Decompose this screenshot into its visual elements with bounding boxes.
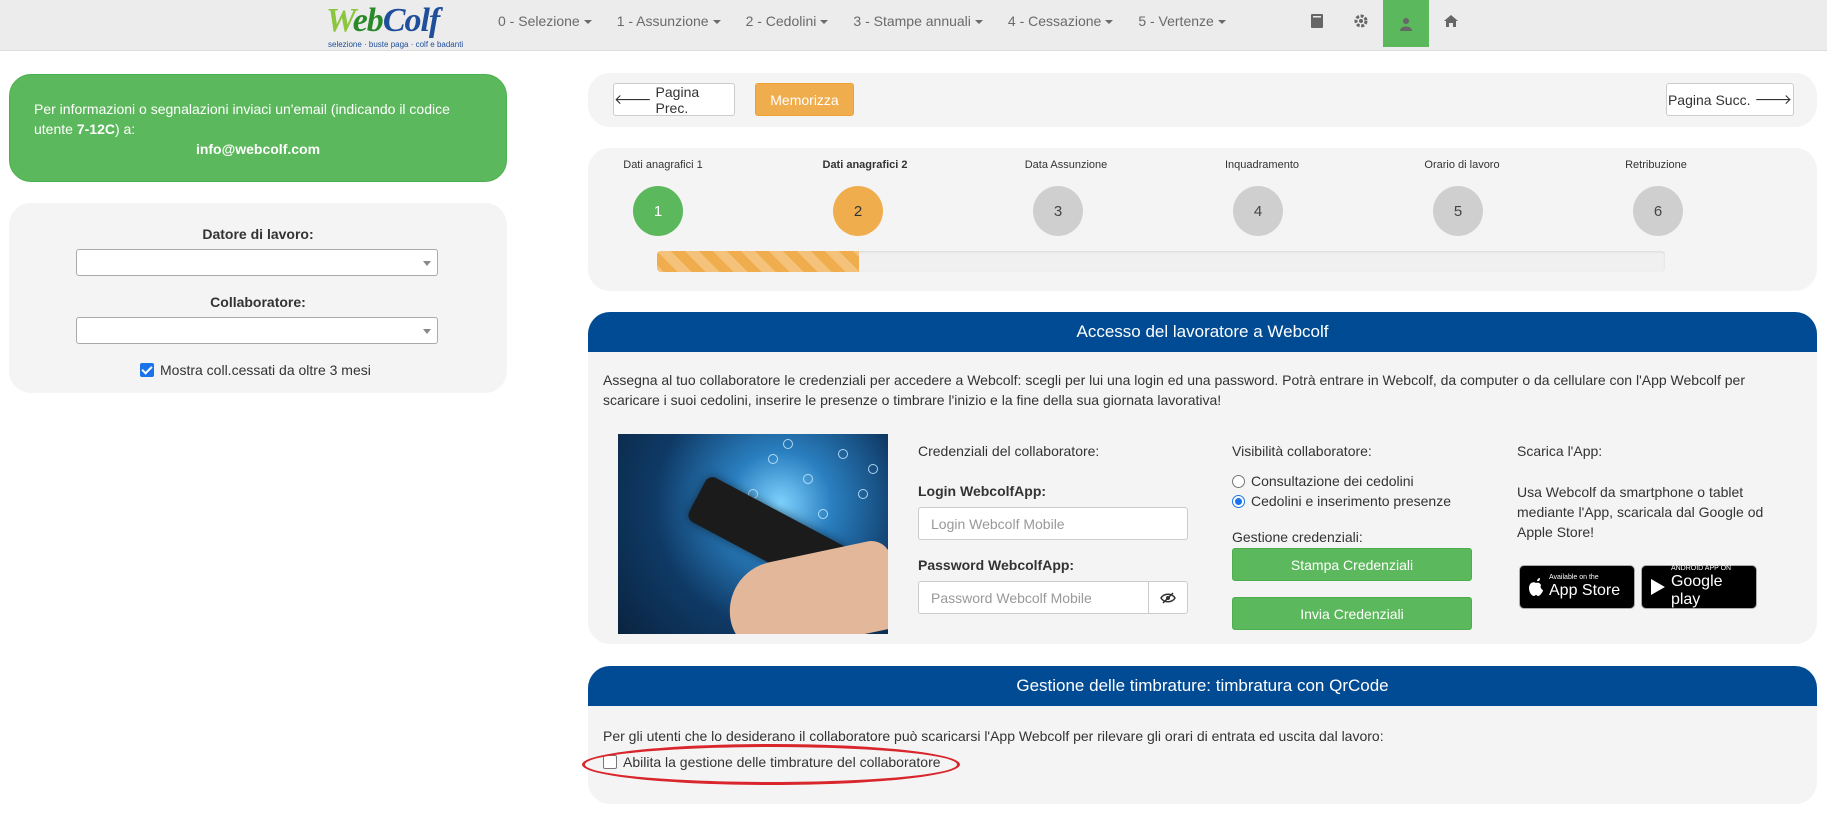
login-label: Login WebcolfApp: bbox=[918, 483, 1047, 499]
step-label-2: Dati anagrafici 2 bbox=[822, 159, 908, 171]
toggle-password-visibility-button[interactable] bbox=[1148, 581, 1188, 614]
download-app-text: Usa Webcolf da smartphone o tablet media… bbox=[1517, 484, 1764, 540]
step-label-6: Retribuzione bbox=[1625, 159, 1687, 171]
radio-payslips-attendance[interactable] bbox=[1232, 494, 1245, 508]
info-email[interactable]: info@webcolf.com bbox=[34, 141, 482, 157]
user-icon[interactable] bbox=[1383, 0, 1429, 47]
google-play-badge[interactable]: ANDROID APP ON Google play bbox=[1641, 565, 1757, 609]
arrow-right-icon: 🡒 bbox=[1754, 91, 1793, 107]
send-credentials-button[interactable]: Invia Credenziali bbox=[1232, 597, 1472, 630]
apple-icon bbox=[1529, 578, 1543, 596]
caret-down-icon bbox=[1217, 20, 1226, 25]
toolbar-panel: 🡐 Pagina Prec. Memorizza Pagina Succ. 🡒 bbox=[588, 73, 1817, 127]
caret-down-icon bbox=[583, 20, 592, 25]
show-ceased-row[interactable]: Mostra coll.cessati da oltre 3 mesi bbox=[140, 362, 371, 378]
menu-cedolini[interactable]: 2 - Cedolini bbox=[746, 0, 829, 42]
menu-stampe-annuali[interactable]: 3 - Stampe annuali bbox=[853, 0, 983, 42]
print-credentials-button[interactable]: Stampa Credenziali bbox=[1232, 548, 1472, 581]
menu-selezione[interactable]: 0 - Selezione bbox=[498, 0, 592, 42]
webcolf-logo[interactable]: WebColf selezione · buste paga · colf e … bbox=[326, 2, 466, 50]
logo-tagline: selezione · buste paga · colf e badanti bbox=[328, 40, 464, 49]
visibility-option-payslips-attendance[interactable]: Cedolini e inserimento presenze bbox=[1232, 493, 1451, 509]
step-circle-3[interactable]: 3 bbox=[1033, 186, 1083, 236]
app-store-badge[interactable]: Available on the App Store bbox=[1519, 565, 1635, 609]
collaborator-select[interactable] bbox=[76, 317, 438, 344]
caret-down-icon bbox=[974, 20, 983, 25]
arrow-left-icon: 🡐 bbox=[614, 91, 652, 107]
step-label-4: Inquadramento bbox=[1225, 159, 1299, 171]
gear-icon[interactable] bbox=[1338, 0, 1384, 42]
step-circle-1[interactable]: 1 bbox=[633, 186, 683, 236]
collaborator-label: Collaboratore: bbox=[210, 294, 306, 310]
show-ceased-checkbox[interactable] bbox=[140, 363, 154, 377]
visibility-option-payslips[interactable]: Consultazione dei cedolini bbox=[1232, 473, 1414, 489]
chevron-down-icon bbox=[423, 261, 431, 266]
logo-wordmark: WebColf bbox=[326, 2, 440, 39]
top-navbar: WebColf selezione · buste paga · colf e … bbox=[0, 0, 1827, 51]
next-page-button[interactable]: Pagina Succ. 🡒 bbox=[1666, 83, 1794, 116]
google-play-small-text: ANDROID APP ON bbox=[1670, 565, 1732, 572]
google-play-big-text: Google play bbox=[1670, 573, 1723, 608]
caret-down-icon bbox=[712, 20, 721, 25]
step-circle-4[interactable]: 4 bbox=[1233, 186, 1283, 236]
qrcode-description: Per gli utenti che lo desiderano il coll… bbox=[603, 728, 1384, 744]
main-menu: 0 - Selezione 1 - Assunzione 2 - Cedolin… bbox=[498, 0, 1251, 42]
employer-label: Datore di lavoro: bbox=[202, 226, 314, 242]
smartphone-image bbox=[618, 434, 888, 634]
access-section-body: Assegna al tuo collaboratore le credenzi… bbox=[588, 352, 1817, 644]
progress-fill bbox=[657, 251, 859, 272]
caret-down-icon bbox=[820, 20, 829, 25]
info-text: Per informazioni o segnalazioni inviaci … bbox=[34, 101, 450, 137]
user-code: 7-12C bbox=[76, 121, 115, 137]
login-input[interactable]: Login Webcolf Mobile bbox=[918, 507, 1188, 540]
radio-payslips[interactable] bbox=[1232, 474, 1245, 488]
step-circle-5[interactable]: 5 bbox=[1433, 186, 1483, 236]
wizard-progress-bar bbox=[657, 251, 1665, 272]
credentials-title: Credenziali del collaboratore: bbox=[918, 443, 1100, 459]
step-circle-2[interactable]: 2 bbox=[833, 186, 883, 236]
download-app-title: Scarica l'App: bbox=[1517, 443, 1603, 459]
info-contact-box: Per informazioni o segnalazioni inviaci … bbox=[9, 74, 507, 182]
access-section-title: Accesso del lavoratore a Webcolf bbox=[588, 312, 1817, 352]
app-store-big-text: App Store bbox=[1549, 582, 1621, 599]
chevron-down-icon bbox=[423, 329, 431, 334]
selection-panel: Datore di lavoro: Collaboratore: Mostra … bbox=[9, 203, 507, 393]
step-circle-6[interactable]: 6 bbox=[1633, 186, 1683, 236]
menu-assunzione[interactable]: 1 - Assunzione bbox=[617, 0, 721, 42]
annotation-highlight-oval bbox=[582, 744, 960, 785]
menu-vertenze[interactable]: 5 - Vertenze bbox=[1138, 0, 1226, 42]
prev-page-button[interactable]: 🡐 Pagina Prec. bbox=[613, 83, 735, 116]
app-store-small-text: Available on the bbox=[1549, 574, 1599, 581]
menu-cessazione[interactable]: 4 - Cessazione bbox=[1008, 0, 1114, 42]
home-icon[interactable] bbox=[1428, 0, 1474, 42]
save-button[interactable]: Memorizza bbox=[755, 83, 854, 116]
manage-credentials-title: Gestione credenziali: bbox=[1232, 529, 1363, 545]
qrcode-section-title: Gestione delle timbrature: timbratura co… bbox=[588, 666, 1817, 706]
visibility-title: Visibilità collaboratore: bbox=[1232, 443, 1372, 459]
step-label-5: Orario di lavoro bbox=[1424, 159, 1500, 171]
step-label-1: Dati anagrafici 1 bbox=[623, 159, 703, 171]
eye-slash-icon bbox=[1160, 591, 1176, 604]
show-ceased-label: Mostra coll.cessati da oltre 3 mesi bbox=[160, 362, 371, 378]
password-input[interactable]: Password Webcolf Mobile bbox=[918, 581, 1149, 614]
step-label-3: Data Assunzione bbox=[1024, 159, 1108, 171]
caret-down-icon bbox=[1105, 20, 1114, 25]
employer-select[interactable] bbox=[76, 249, 438, 276]
password-label: Password WebcolfApp: bbox=[918, 557, 1075, 573]
access-description: Assegna al tuo collaboratore le credenzi… bbox=[603, 372, 1745, 408]
google-play-icon bbox=[1650, 579, 1665, 595]
book-icon[interactable] bbox=[1294, 0, 1340, 42]
